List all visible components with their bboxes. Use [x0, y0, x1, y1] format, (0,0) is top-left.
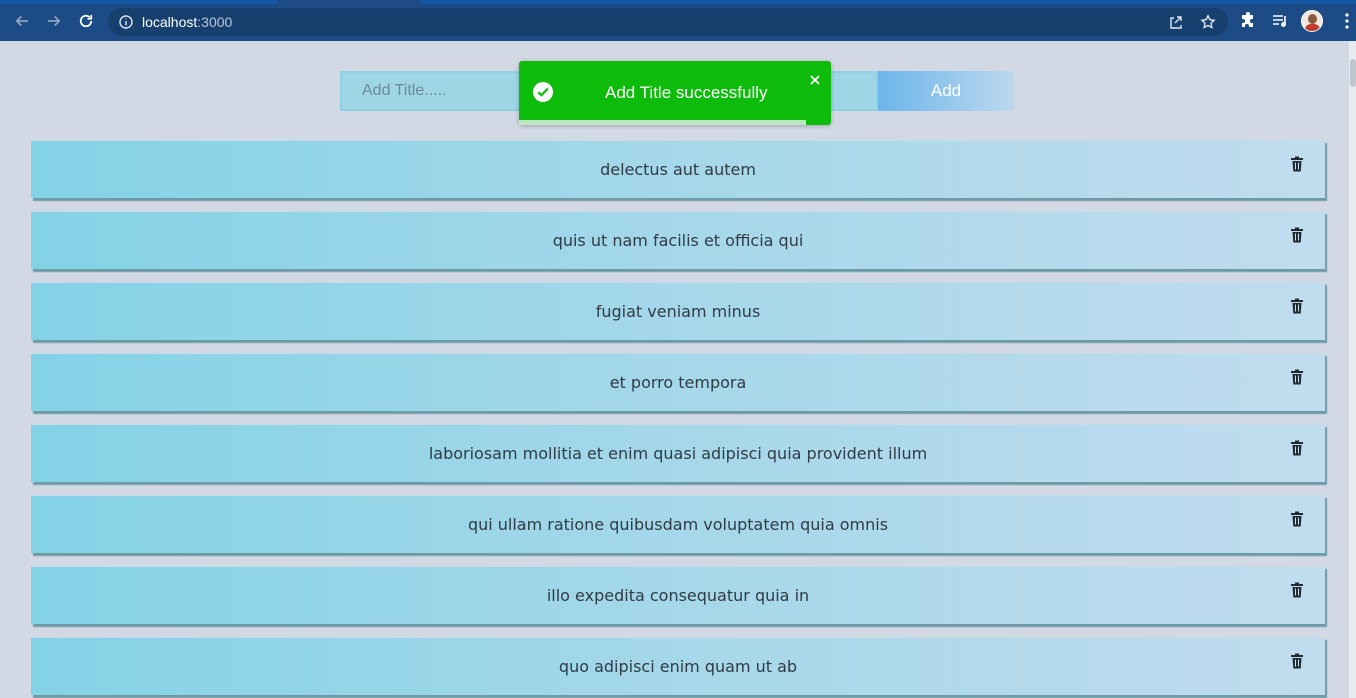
- todo-item: et porro tempora: [31, 353, 1325, 411]
- address-bar[interactable]: localhost:3000: [108, 8, 1228, 36]
- todo-item: laboriosam mollitia et enim quasi adipis…: [31, 424, 1325, 482]
- url-text: localhost:3000: [142, 14, 232, 30]
- info-icon[interactable]: [118, 14, 134, 30]
- todo-title: et porro tempora: [609, 373, 747, 392]
- todo-item: quis ut nam facilis et officia qui: [31, 211, 1325, 269]
- page-content: Add delectus aut autem quis ut nam facili…: [0, 41, 1356, 698]
- todo-item: qui ullam ratione quibusdam voluptatem q…: [31, 495, 1325, 553]
- todo-title: delectus aut autem: [600, 160, 756, 179]
- todo-title: quo adipisci enim quam ut ab: [558, 657, 798, 676]
- trash-icon[interactable]: [1290, 653, 1304, 669]
- close-icon[interactable]: [808, 73, 822, 87]
- tab-strip: [0, 0, 1356, 4]
- url-host: localhost: [142, 14, 198, 30]
- star-icon[interactable]: [1200, 14, 1216, 30]
- media-queue-icon[interactable]: [1271, 12, 1289, 30]
- url-port: :3000: [197, 14, 233, 30]
- trash-icon[interactable]: [1290, 156, 1304, 172]
- puzzle-icon[interactable]: [1239, 12, 1257, 30]
- add-button[interactable]: Add: [878, 71, 1014, 111]
- trash-icon[interactable]: [1290, 298, 1304, 314]
- scrollbar[interactable]: [1349, 41, 1356, 698]
- todo-item: quo adipisci enim quam ut ab: [31, 637, 1325, 695]
- success-toast: Add Title successfully: [519, 61, 831, 125]
- trash-icon[interactable]: [1290, 369, 1304, 385]
- todo-item: illo expedita consequatur quia in: [31, 566, 1325, 624]
- toast-progress-bar: [519, 120, 807, 125]
- todo-title: laboriosam mollitia et enim quasi adipis…: [428, 444, 928, 463]
- reload-icon[interactable]: [75, 10, 97, 32]
- trash-icon[interactable]: [1290, 582, 1304, 598]
- todo-title: quis ut nam facilis et officia qui: [552, 231, 804, 250]
- todo-title: fugiat veniam minus: [595, 302, 761, 321]
- scroll-thumb[interactable]: [1350, 59, 1356, 87]
- back-arrow-icon[interactable]: [11, 10, 33, 32]
- trash-icon[interactable]: [1290, 511, 1304, 527]
- todo-title: qui ullam ratione quibusdam voluptatem q…: [467, 515, 889, 534]
- todo-item: fugiat veniam minus: [31, 282, 1325, 340]
- todo-title: illo expedita consequatur quia in: [546, 586, 810, 605]
- active-tab[interactable]: [278, 0, 420, 4]
- profile-avatar[interactable]: [1301, 10, 1323, 32]
- browser-toolbar: localhost:3000: [0, 0, 1356, 41]
- toast-message: Add Title successfully: [605, 83, 768, 102]
- forward-arrow-icon[interactable]: [43, 10, 65, 32]
- kebab-menu-icon[interactable]: [1338, 12, 1356, 30]
- todo-item: delectus aut autem: [31, 140, 1325, 198]
- check-circle-icon: [533, 82, 553, 102]
- share-icon[interactable]: [1168, 14, 1184, 30]
- trash-icon[interactable]: [1290, 440, 1304, 456]
- todo-list: delectus aut autem quis ut nam facilis et…: [31, 140, 1327, 698]
- trash-icon[interactable]: [1290, 227, 1304, 243]
